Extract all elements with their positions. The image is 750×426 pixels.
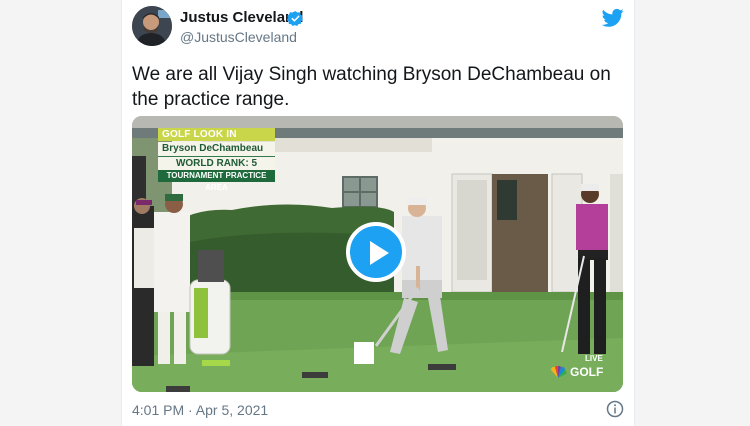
live-label: LIVE (585, 354, 603, 363)
network-logo: GOLF (549, 365, 603, 379)
overlay-brand: GOLF LOOK IN (158, 128, 275, 141)
play-icon (370, 241, 389, 265)
video-player[interactable]: GOLF LOOK IN Bryson DeChambeau WORLD RAN… (132, 116, 623, 392)
avatar[interactable] (132, 6, 172, 46)
overlay-player-name: Bryson DeChambeau (158, 142, 275, 157)
info-icon[interactable] (606, 400, 624, 418)
timestamp[interactable]: 4:01 PM · Apr 5, 2021 (132, 402, 268, 418)
tweet-text: We are all Vijay Singh watching Bryson D… (132, 64, 611, 110)
user-handle[interactable]: @JustusCleveland (180, 29, 297, 45)
golf-look-in-overlay: GOLF LOOK IN Bryson DeChambeau WORLD RAN… (158, 128, 275, 192)
tweet-card: Justus Cleveland @JustusCleveland We are… (121, 0, 635, 426)
display-name[interactable]: Justus Cleveland (180, 9, 303, 26)
twitter-bird-icon[interactable] (602, 8, 624, 28)
network-name: GOLF (570, 365, 604, 379)
verified-badge-icon (287, 11, 303, 27)
avatar-image (132, 6, 172, 46)
play-button[interactable] (346, 222, 406, 282)
peacock-icon (550, 366, 567, 378)
overlay-world-rank: WORLD RANK: 5 (158, 157, 275, 170)
overlay-practice-area: TOURNAMENT PRACTICE AREA (158, 170, 275, 192)
